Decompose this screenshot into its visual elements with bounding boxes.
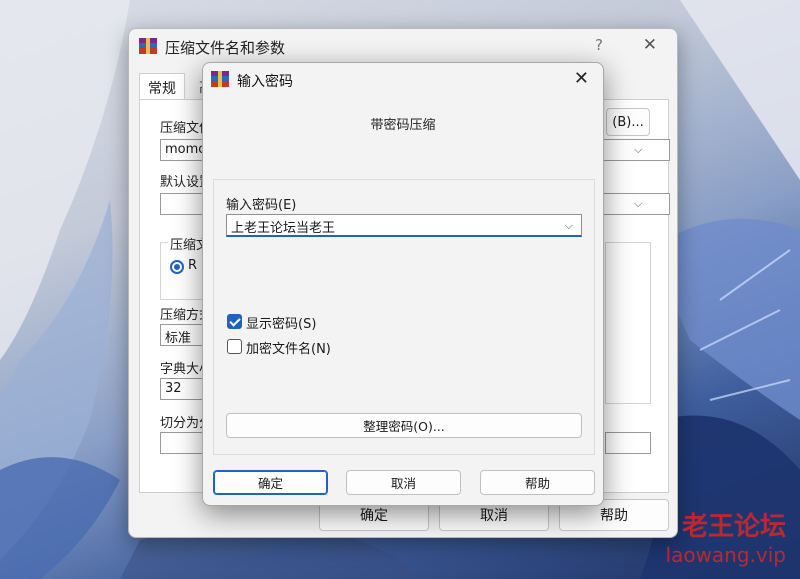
- title-bar: 压缩文件名和参数 ? ✕: [129, 29, 677, 63]
- watermark-url: laowang.vip: [665, 543, 786, 567]
- browse-button[interactable]: (B)...: [606, 108, 650, 136]
- right-field[interactable]: [605, 432, 651, 454]
- password-value: 上老王论坛当老王: [231, 221, 336, 236]
- password-dialog-title: 输入密码: [237, 74, 293, 90]
- encrypt-filenames-label: 加密文件名(N): [246, 342, 331, 357]
- cancel-button[interactable]: 取消: [346, 470, 461, 495]
- password-input[interactable]: 上老王论坛当老王 ⌵: [226, 214, 582, 237]
- rar-radio-label: R: [188, 258, 198, 273]
- winrar-icon: [139, 38, 157, 54]
- options-group: [605, 242, 651, 404]
- help-icon[interactable]: ?: [595, 36, 603, 54]
- watermark-title: 老王论坛: [681, 512, 786, 542]
- method-value: 标准: [165, 331, 192, 346]
- window-title: 压缩文件名和参数: [165, 39, 286, 57]
- password-panel: 输入密码(E) 上老王论坛当老王 ⌵ 显示密码(S) 加密文件名(N) 整理密码…: [213, 179, 595, 455]
- chevron-down-icon[interactable]: ⌵: [634, 197, 642, 211]
- rar-radio[interactable]: [170, 260, 184, 274]
- winrar-icon: [211, 71, 229, 87]
- tab-general[interactable]: 常规: [139, 73, 185, 99]
- chevron-down-icon[interactable]: ⌵: [634, 143, 642, 157]
- ok-button[interactable]: 确定: [213, 470, 328, 495]
- dialog-subtitle: 带密码压缩: [370, 118, 436, 133]
- show-password-label: 显示密码(S): [246, 317, 317, 332]
- show-password-checkbox[interactable]: [227, 314, 242, 329]
- close-icon[interactable]: ✕: [643, 35, 657, 55]
- organize-passwords-button[interactable]: 整理密码(O)...: [226, 413, 582, 438]
- password-dialog: 输入密码 ✕ 带密码压缩 输入密码(E) 上老王论坛当老王 ⌵ 显示密码(S) …: [202, 62, 604, 506]
- password-title-bar: 输入密码 ✕: [203, 63, 603, 97]
- chevron-down-icon[interactable]: ⌵: [565, 219, 573, 233]
- dict-size-value: 32: [165, 381, 182, 396]
- help-button[interactable]: 帮助: [480, 470, 595, 495]
- close-icon[interactable]: ✕: [574, 68, 589, 89]
- encrypt-filenames-checkbox[interactable]: [227, 339, 242, 354]
- password-label: 输入密码(E): [226, 198, 297, 213]
